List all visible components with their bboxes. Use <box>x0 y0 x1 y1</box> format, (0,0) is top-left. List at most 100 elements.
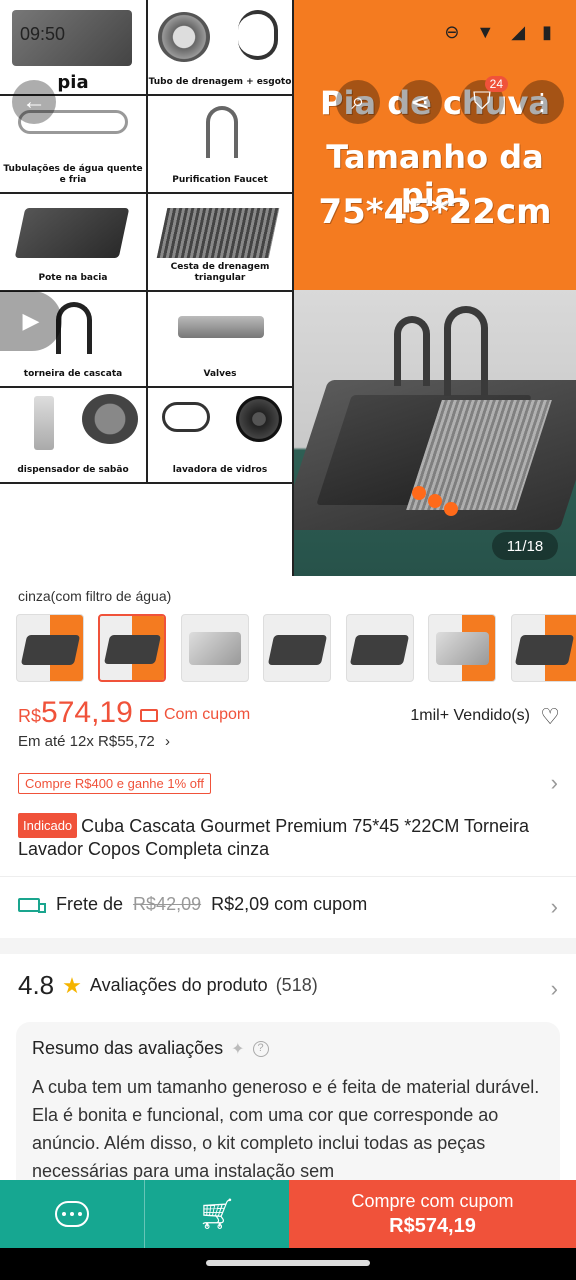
buy-with-coupon-button[interactable]: Compre com cupom R$574,19 <box>289 1180 576 1248</box>
hose-image <box>162 402 210 432</box>
review-summary-title: Resumo das avaliações <box>32 1038 224 1058</box>
basket-image <box>156 208 280 258</box>
play-icon: ▶ <box>22 308 40 333</box>
status-time: 09:50 <box>20 24 66 44</box>
shipping-row[interactable]: Frete de R$42,09 R$2,09 com cupom <box>18 894 367 915</box>
price-currency: R$ <box>18 706 42 726</box>
section-gap <box>0 938 576 954</box>
back-arrow-icon: ← <box>22 88 46 115</box>
variant-thumb[interactable] <box>263 614 332 682</box>
help-icon[interactable]: ? <box>252 1040 269 1057</box>
status-bar: 09:50 ⊖ ▼ ◢ ▮ <box>0 0 576 64</box>
cart-button[interactable]: ⛉ 24 <box>460 76 508 124</box>
grid-caption-bowl: Pote na bacia <box>38 273 108 283</box>
chat-button[interactable] <box>0 1180 144 1248</box>
chat-icon <box>55 1201 89 1227</box>
valves-image <box>178 316 264 338</box>
system-nav-bar <box>0 1248 576 1280</box>
waterfall-faucet-image <box>56 302 92 354</box>
fruit <box>428 494 442 508</box>
product-title-text: Cuba Cascata Gourmet Premium 75*45 *22CM… <box>18 816 530 859</box>
status-icons: ⊖ ▼ ◢ ▮ <box>444 22 558 42</box>
rating-score: 4.8 <box>18 970 55 1000</box>
variant-thumb-selected[interactable] <box>98 614 167 682</box>
chevron-right-icon: › <box>164 733 170 750</box>
rating-row[interactable]: 4.8 ★ Avaliações do produto (518) <box>18 970 318 1001</box>
shipping-prefix: Frete de <box>56 894 124 914</box>
chevron-right-icon[interactable]: › <box>551 770 558 796</box>
add-to-cart-button[interactable]: 🛒︎ <box>144 1180 289 1248</box>
banner-line-3: 75*45*22cm <box>318 192 552 232</box>
installments[interactable]: Em até 12x R$55,72 › <box>18 733 170 750</box>
sink-faucet <box>394 316 430 386</box>
bottom-action-bar: 🛒︎ Compre com cupom R$574,19 <box>0 1180 576 1248</box>
search-icon: ⌕ <box>351 88 365 115</box>
reviews-count: (518) <box>275 975 318 995</box>
home-gesture-pill[interactable] <box>206 1260 370 1266</box>
variant-thumb[interactable] <box>510 614 576 682</box>
grid-cell-bowl: Pote na bacia <box>0 194 148 292</box>
soap-dispenser-image <box>34 396 54 450</box>
variant-thumb[interactable] <box>16 614 84 682</box>
installments-text: Em até 12x R$55,72 <box>18 733 155 750</box>
product-title: Indicado Cuba Cascata Gourmet Premium 75*… <box>18 813 548 861</box>
buy-button-label: Compre com cupom <box>351 1190 514 1211</box>
add-to-cart-icon: 🛒︎ <box>197 1196 237 1232</box>
divider <box>0 876 576 877</box>
grid-caption-soap: dispensador de sabão <box>17 465 129 475</box>
fruit <box>412 486 426 500</box>
cart-count-badge: 24 <box>484 76 508 92</box>
product-page: pia Tubo de drenagem + esgoto Tubulações… <box>0 0 576 1280</box>
soap-parts-image <box>82 394 138 444</box>
product-image-carousel[interactable]: pia Tubo de drenagem + esgoto Tubulações… <box>0 0 576 576</box>
selected-variant-label: cinza(com filtro de água) <box>18 588 172 604</box>
more-vertical-icon: ⋮ <box>530 88 554 116</box>
grid-cell-valves: Valves <box>148 292 294 388</box>
chevron-right-icon[interactable]: › <box>551 894 558 920</box>
bowl-image <box>14 208 130 258</box>
star-icon: ★ <box>62 972 82 998</box>
grid-caption-glass-washer: lavadora de vidros <box>172 465 268 475</box>
fruit <box>444 502 458 516</box>
more-button[interactable]: ⋮ <box>520 80 564 124</box>
grid-caption-valves: Valves <box>203 369 237 379</box>
grid-caption-basket: Cesta de drenagem triangular <box>170 262 270 283</box>
variant-thumbnails <box>16 614 576 684</box>
grid-caption-faucet: Purification Faucet <box>172 175 268 185</box>
faucet-image <box>206 106 238 158</box>
promo-badge[interactable]: Compre R$400 e ganhe 1% off <box>18 773 211 794</box>
recommended-badge: Indicado <box>18 813 78 838</box>
cart-icon: ⛉ <box>473 88 491 115</box>
share-icon: ⋖ <box>409 88 431 116</box>
glass-washer-image <box>236 396 282 442</box>
review-summary-header: Resumo das avaliações ✦ ? <box>32 1038 544 1059</box>
sink-faucet-2 <box>444 306 488 396</box>
sparkle-icon: ✦ <box>231 1040 245 1058</box>
truck-icon <box>18 897 46 913</box>
grid-caption-sink: pia <box>57 72 89 93</box>
search-button[interactable]: ⌕ <box>336 80 380 124</box>
variant-thumb[interactable] <box>180 614 249 682</box>
shipping-new-price: R$2,09 com cupom <box>211 894 368 914</box>
coupon-icon <box>140 708 158 722</box>
grid-caption-waterfall: torneira de cascata <box>23 369 123 379</box>
grid-cell-basket: Cesta de drenagem triangular <box>148 194 294 292</box>
favorite-heart-icon[interactable]: ♡ <box>540 704 560 730</box>
image-counter: 11/18 <box>492 532 558 560</box>
variant-thumb[interactable] <box>428 614 497 682</box>
price-amount: 574,19 <box>41 696 133 729</box>
variant-thumb[interactable] <box>345 614 414 682</box>
coupon-tag[interactable]: Com cupom <box>140 706 250 724</box>
grid-cell-soap: dispensador de sabão <box>0 388 148 484</box>
back-button[interactable]: ← <box>12 80 56 124</box>
grid-caption-pipes: Tubulações de água quente e fria <box>3 164 143 185</box>
chevron-right-icon[interactable]: › <box>551 976 558 1002</box>
review-summary-text: A cuba tem um tamanho generoso e é feita… <box>32 1077 540 1181</box>
reviews-label: Avaliações do produto <box>89 975 268 995</box>
share-button[interactable]: ⋖ <box>398 80 442 124</box>
grid-cell-faucet: Purification Faucet <box>148 96 294 194</box>
coupon-label: Com cupom <box>164 706 251 723</box>
play-video-button[interactable]: ▶ <box>0 291 62 351</box>
grid-caption-drain: Tubo de drenagem + esgoto <box>148 77 292 87</box>
shipping-old-price: R$42,09 <box>133 894 202 914</box>
